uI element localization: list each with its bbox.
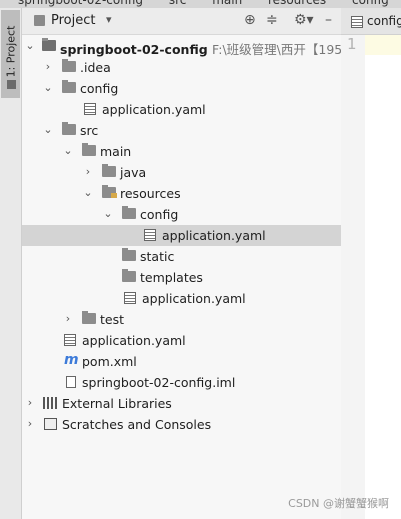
editor-tab-bar: config bbox=[341, 8, 401, 35]
tree-node-label: application.yaml bbox=[162, 228, 266, 243]
module-file-icon bbox=[66, 376, 76, 388]
folder-icon bbox=[122, 248, 136, 261]
tree-node-label: application.yaml bbox=[102, 102, 206, 117]
breadcrumb-item[interactable]: config bbox=[352, 0, 389, 7]
current-line-highlight bbox=[365, 35, 401, 55]
tree-node-label: springboot-02-config.iml bbox=[82, 375, 236, 390]
chevron-right-icon[interactable]: › bbox=[82, 165, 94, 178]
hide-icon[interactable]: – bbox=[325, 12, 332, 28]
tree-node-idea[interactable]: › .idea bbox=[22, 57, 341, 78]
project-view-selector[interactable]: Project bbox=[51, 13, 95, 28]
yaml-file-icon bbox=[351, 16, 363, 28]
folder-icon bbox=[122, 269, 136, 282]
tree-node-label: Scratches and Consoles bbox=[62, 417, 212, 432]
tree-node-scratches[interactable]: › Scratches and Consoles bbox=[22, 414, 341, 435]
tree-node-static[interactable]: static bbox=[22, 246, 341, 267]
gear-icon[interactable]: ⚙▾ bbox=[294, 12, 314, 28]
folder-icon bbox=[62, 59, 76, 72]
tree-node-resources-config-yaml[interactable]: application.yaml bbox=[22, 225, 341, 246]
chevron-right-icon[interactable]: › bbox=[62, 312, 74, 325]
breadcrumb-item[interactable]: src bbox=[169, 0, 187, 7]
watermark: CSDN @谢蟹蟹猴啊 bbox=[288, 497, 389, 510]
folder-icon bbox=[82, 311, 96, 324]
folder-icon bbox=[62, 80, 76, 93]
tree-node-label: External Libraries bbox=[62, 396, 172, 411]
source-folder-icon bbox=[102, 164, 116, 177]
tree-node-label: pom.xml bbox=[82, 354, 137, 369]
library-icon bbox=[43, 397, 57, 409]
line-gutter: 1 bbox=[341, 35, 365, 519]
yaml-file-icon bbox=[144, 229, 156, 241]
breadcrumb-item[interactable]: main bbox=[212, 0, 242, 7]
chevron-down-icon[interactable]: ⌄ bbox=[62, 144, 74, 157]
breadcrumb-item[interactable]: resources bbox=[268, 0, 326, 7]
tree-node-label: src bbox=[80, 123, 99, 138]
tree-node-main[interactable]: ⌄ main bbox=[22, 141, 341, 162]
module-folder-icon bbox=[42, 38, 56, 51]
scratches-icon bbox=[44, 418, 57, 430]
tree-node-config[interactable]: ⌄ config bbox=[22, 78, 341, 99]
tree-node-pom[interactable]: m pom.xml bbox=[22, 351, 341, 372]
resources-folder-icon bbox=[102, 185, 117, 198]
maven-icon: m bbox=[64, 352, 79, 368]
tree-node-label: .idea bbox=[80, 60, 111, 75]
tool-window-bar: 1: Project bbox=[0, 8, 22, 519]
yaml-file-icon bbox=[64, 334, 76, 346]
folder-icon bbox=[82, 143, 96, 156]
folder-icon bbox=[62, 122, 76, 135]
tree-node-label: application.yaml bbox=[142, 291, 246, 306]
tree-node-label: templates bbox=[140, 270, 203, 285]
breadcrumb-item[interactable]: springboot-02-config bbox=[18, 0, 143, 7]
tree-node-label: test bbox=[100, 312, 125, 327]
tree-node-label: application.yaml bbox=[82, 333, 186, 348]
folder-icon bbox=[122, 206, 136, 219]
line-number: 1 bbox=[347, 35, 357, 53]
chevron-down-icon[interactable]: ⌄ bbox=[24, 39, 36, 52]
editor-tab[interactable]: config bbox=[367, 14, 401, 28]
tree-node-iml[interactable]: springboot-02-config.iml bbox=[22, 372, 341, 393]
tree-node-label: main bbox=[100, 144, 132, 159]
target-icon[interactable]: ⊕ bbox=[244, 12, 256, 28]
chevron-down-icon[interactable]: ▾ bbox=[106, 13, 112, 26]
chevron-right-icon[interactable]: › bbox=[24, 417, 36, 430]
tree-node-resources-yaml[interactable]: application.yaml bbox=[22, 288, 341, 309]
tree-node-label: springboot-02-config F:\班级管理\西开【19525】 bbox=[60, 42, 371, 57]
tree-node-external-libraries[interactable]: › External Libraries bbox=[22, 393, 341, 414]
tree-node-test[interactable]: › test bbox=[22, 309, 341, 330]
tree-node-root-yaml[interactable]: application.yaml bbox=[22, 330, 341, 351]
project-panel-header: Project ▾ ⊕ ≑ ⚙▾ – bbox=[22, 8, 341, 35]
tree-node-config-yaml[interactable]: application.yaml bbox=[22, 99, 341, 120]
tree-node-resources-config[interactable]: ⌄ config bbox=[22, 204, 341, 225]
tree-node-templates[interactable]: templates bbox=[22, 267, 341, 288]
yaml-file-icon bbox=[84, 103, 96, 115]
breadcrumb: springboot-02-config src main resources … bbox=[0, 0, 401, 8]
yaml-file-icon bbox=[124, 292, 136, 304]
tree-node-label: resources bbox=[120, 186, 181, 201]
tree-node-root[interactable]: ⌄ springboot-02-config F:\班级管理\西开【19525】 bbox=[22, 36, 371, 57]
tree-node-src[interactable]: ⌄ src bbox=[22, 120, 341, 141]
code-editor[interactable]: 1 bbox=[341, 35, 401, 519]
project-icon bbox=[7, 80, 16, 89]
chevron-down-icon[interactable]: ⌄ bbox=[102, 207, 114, 220]
tree-node-label: config bbox=[80, 81, 119, 96]
tree-node-java[interactable]: › java bbox=[22, 162, 341, 183]
tree-node-label: java bbox=[120, 165, 147, 180]
tree-node-resources[interactable]: ⌄ resources bbox=[22, 183, 341, 204]
chevron-down-icon[interactable]: ⌄ bbox=[82, 186, 94, 199]
chevron-right-icon[interactable]: › bbox=[42, 60, 54, 73]
chevron-right-icon[interactable]: › bbox=[24, 396, 36, 409]
tree-node-label: static bbox=[140, 249, 175, 264]
tree-node-label: config bbox=[140, 207, 179, 222]
project-panel: Project ▾ ⊕ ≑ ⚙▾ – ⌄ springboot-02-confi… bbox=[22, 8, 371, 519]
chevron-down-icon[interactable]: ⌄ bbox=[42, 81, 54, 94]
project-tool-tab[interactable]: 1: Project bbox=[1, 10, 20, 98]
collapse-icon[interactable]: ≑ bbox=[266, 12, 278, 28]
chevron-down-icon[interactable]: ⌄ bbox=[42, 123, 54, 136]
project-view-icon bbox=[34, 15, 45, 26]
